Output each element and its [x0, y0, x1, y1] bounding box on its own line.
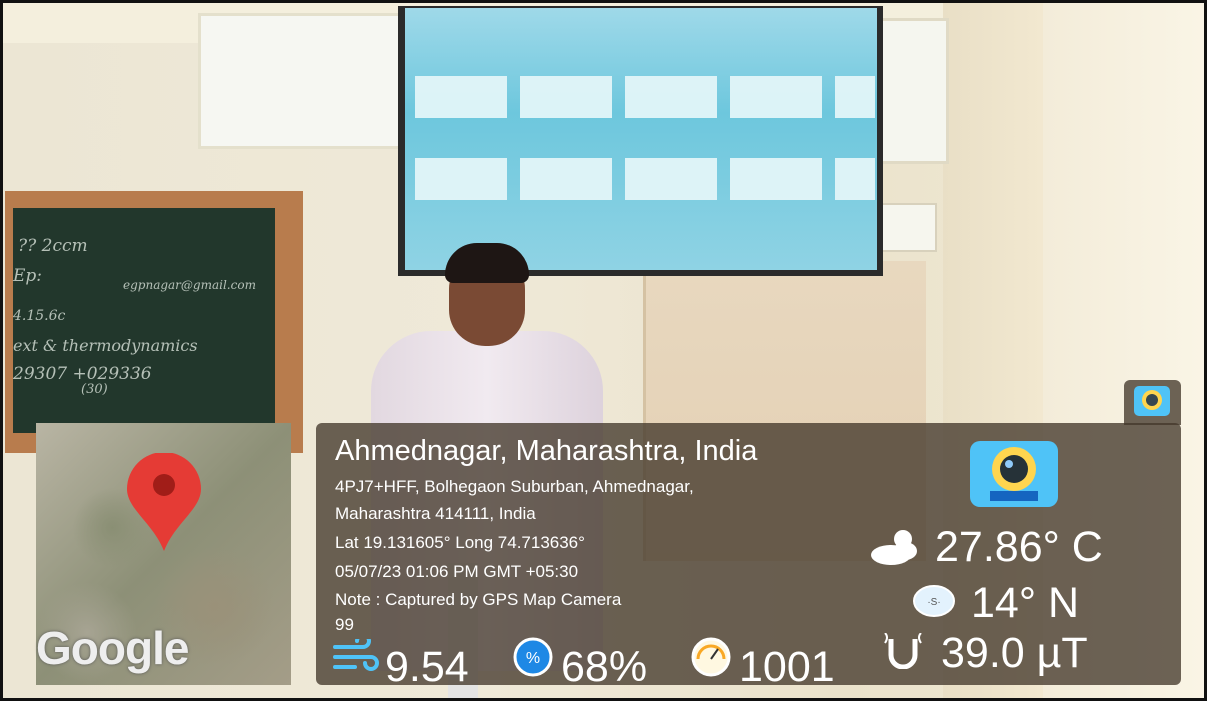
chalk-line: 29307 +029336 — [13, 364, 152, 384]
chalk-line: egpnagar@gmail.com — [123, 278, 256, 292]
svg-text:%: % — [526, 650, 540, 667]
chalk-line: ?? 2ccm — [18, 236, 88, 256]
gauge-icon — [691, 637, 731, 677]
wind-speed: 9.54 — [385, 643, 469, 685]
humidity: 68% — [561, 643, 648, 685]
address-line-2: Maharashtra 414111, India — [335, 504, 536, 523]
app-badge-tab — [1124, 380, 1181, 425]
chalk-line: Ep: — [13, 266, 43, 286]
magnet-icon — [884, 633, 922, 669]
location-title: Ahmednagar, Maharashtra, India — [335, 435, 758, 467]
svg-text:·S·: ·S· — [927, 597, 940, 608]
chalkboard: ?? 2ccm Ep: egpnagar@gmail.com 4.15.6c e… — [13, 208, 275, 433]
coordinates: Lat 19.131605° Long 74.713636° — [335, 533, 585, 552]
address-line-1: 4PJ7+HFF, Bolhegaon Suburban, Ahmednagar… — [335, 477, 694, 496]
window-left — [198, 13, 419, 149]
gps-camera-app-icon — [1134, 386, 1170, 416]
extra-line: 99 — [335, 615, 354, 634]
window-right — [873, 18, 949, 164]
wind-icon — [333, 639, 379, 671]
cloud-sun-icon — [871, 530, 917, 565]
google-logo: Google — [36, 622, 189, 674]
gps-camera-app-icon — [970, 441, 1058, 507]
map-pin-icon — [127, 453, 201, 551]
magnetic-field: 39.0 µT — [941, 629, 1088, 677]
datetime: 05/07/23 01:06 PM GMT +05:30 — [335, 562, 579, 581]
humidity-icon: % — [513, 637, 553, 677]
pressure: 1001 — [739, 643, 835, 685]
person-hair — [445, 243, 529, 283]
chalk-line: 4.15.6c — [13, 308, 66, 324]
projected-slide — [405, 8, 877, 270]
compass-reading: 14° N — [971, 579, 1080, 627]
note: Note : Captured by GPS Map Camera — [335, 590, 622, 609]
chalk-line: (30) — [81, 382, 108, 397]
temperature: 27.86° C — [935, 523, 1103, 571]
compass-icon: ·S· — [913, 585, 955, 617]
photo-frame: ?? 2ccm Ep: egpnagar@gmail.com 4.15.6c e… — [0, 0, 1207, 701]
chalk-line: ext & thermodynamics — [13, 336, 198, 355]
